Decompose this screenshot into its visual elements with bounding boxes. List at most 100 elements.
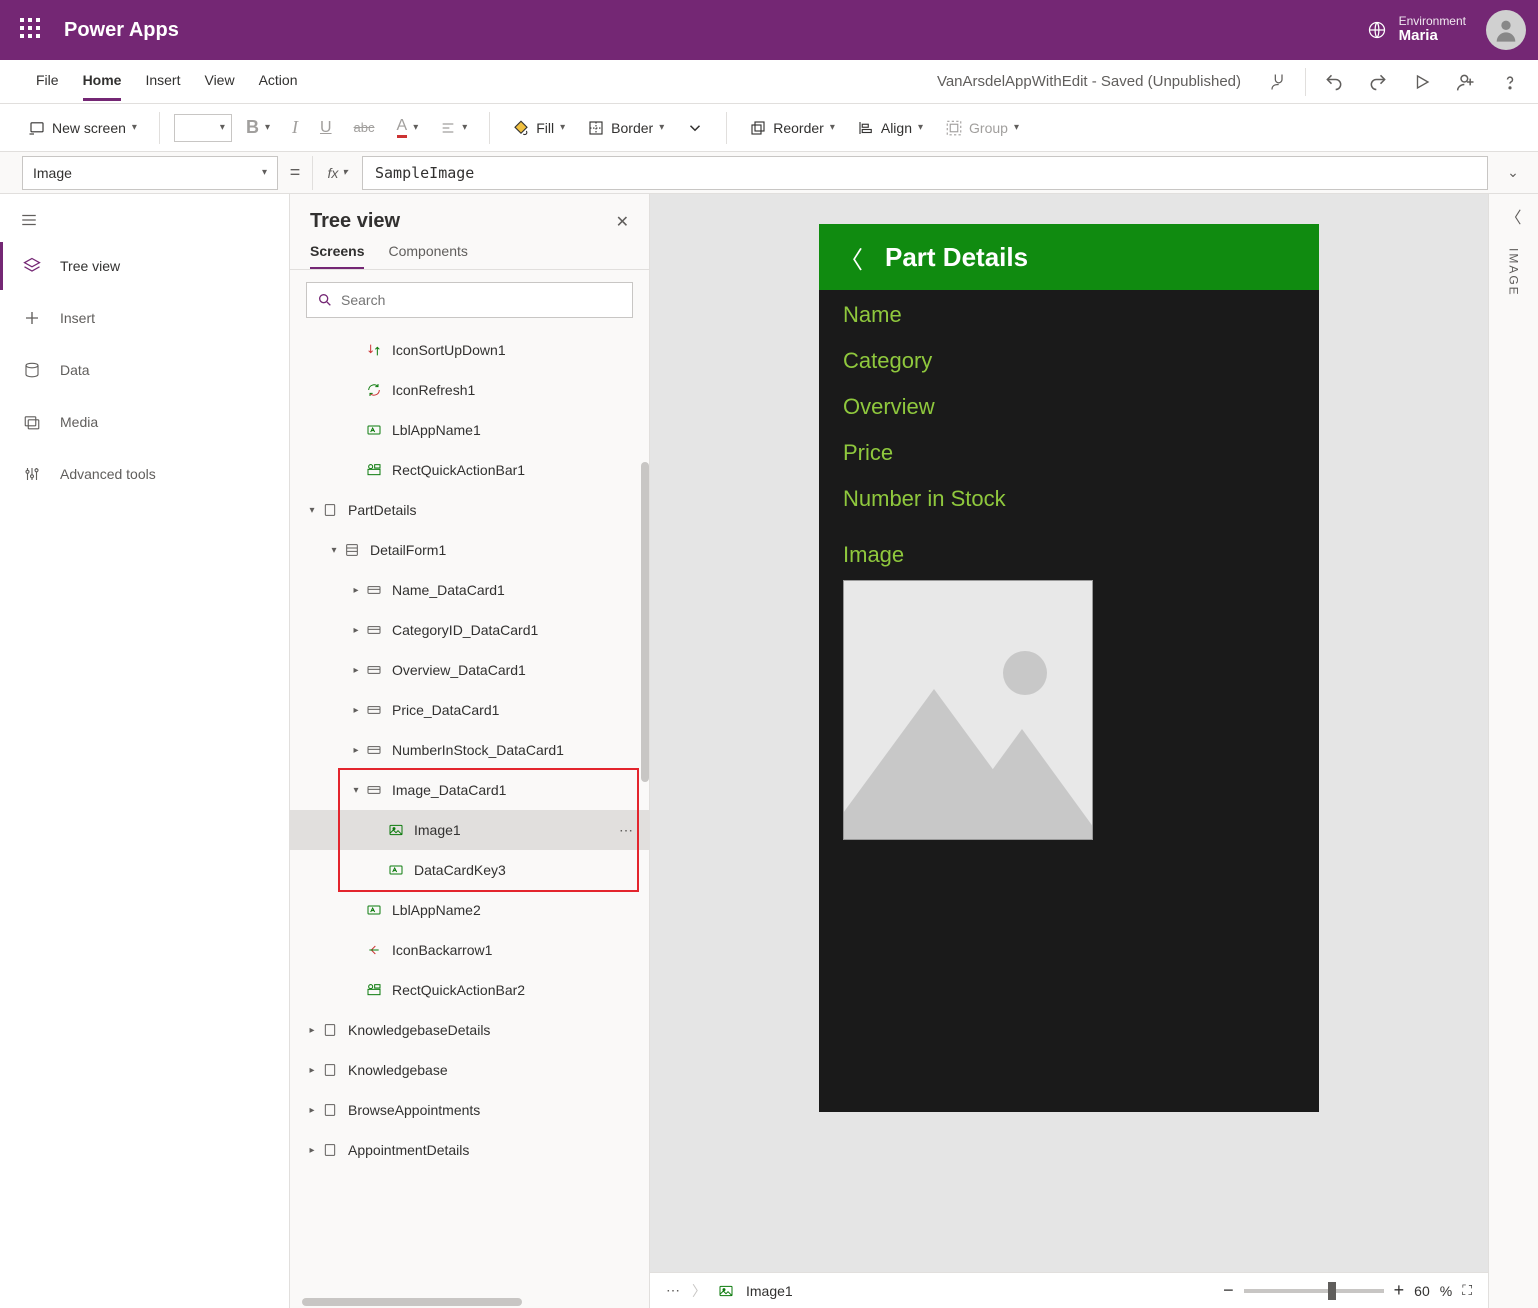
- caret-right-icon[interactable]: ▸: [348, 625, 364, 636]
- rail-tree-view[interactable]: Tree view: [0, 242, 289, 290]
- card-icon: [364, 782, 384, 798]
- menu-home[interactable]: Home: [83, 62, 122, 101]
- tree-item-IconRefresh1[interactable]: IconRefresh1: [290, 370, 649, 410]
- tree-body[interactable]: IconSortUpDown1IconRefresh1LblAppName1Re…: [290, 330, 649, 1298]
- strikethrough-button[interactable]: abc: [346, 114, 383, 141]
- undo-icon[interactable]: [1318, 66, 1350, 98]
- close-icon[interactable]: ✕: [616, 212, 629, 232]
- tree-item-IconSortUpDown1[interactable]: IconSortUpDown1: [290, 330, 649, 370]
- environment-selector[interactable]: Environment Maria: [1367, 15, 1466, 45]
- caret-right-icon[interactable]: ▸: [348, 585, 364, 596]
- underline-button[interactable]: U: [312, 113, 340, 143]
- rail-insert[interactable]: Insert: [0, 294, 289, 342]
- tree-item-LblAppName1[interactable]: LblAppName1: [290, 410, 649, 450]
- caret-right-icon[interactable]: ▸: [348, 665, 364, 676]
- rail-toggle-button[interactable]: [0, 202, 40, 238]
- back-icon: [364, 942, 384, 958]
- caret-right-icon[interactable]: ▸: [348, 705, 364, 716]
- field-name: Name: [819, 290, 1319, 336]
- tree-item-LblAppName2[interactable]: LblAppName2: [290, 890, 649, 930]
- more-options-icon[interactable]: ⋯: [613, 822, 639, 839]
- image-placeholder[interactable]: [843, 580, 1093, 840]
- tree-item-CategoryID_DataCard1[interactable]: ▸CategoryID_DataCard1: [290, 610, 649, 650]
- font-dropdown[interactable]: ▾: [174, 114, 232, 142]
- app-checker-icon[interactable]: [1261, 66, 1293, 98]
- chevron-down-icon: ▾: [132, 122, 137, 133]
- caret-down-icon[interactable]: ▾: [326, 545, 342, 556]
- caret-right-icon[interactable]: ▸: [304, 1145, 320, 1156]
- menu-file[interactable]: File: [36, 62, 59, 101]
- play-icon[interactable]: [1406, 66, 1438, 98]
- bold-button[interactable]: B▾: [238, 111, 278, 144]
- left-nav-rail: Tree view Insert Data Media Advanced too…: [0, 194, 290, 1308]
- tree-item-Knowledgebase[interactable]: ▸Knowledgebase: [290, 1050, 649, 1090]
- tree-item-IconBackarrow1[interactable]: IconBackarrow1: [290, 930, 649, 970]
- menu-view[interactable]: View: [204, 62, 234, 101]
- media-icon: [22, 413, 42, 431]
- zoom-in-button[interactable]: +: [1394, 1280, 1405, 1301]
- tab-components[interactable]: Components: [388, 243, 467, 269]
- tree-item-Image_DataCard1[interactable]: ▾Image_DataCard1: [290, 770, 649, 810]
- text-align-button[interactable]: ▾: [432, 114, 475, 142]
- share-icon[interactable]: [1450, 66, 1482, 98]
- reorder-button[interactable]: Reorder▾: [741, 113, 843, 143]
- formula-input[interactable]: SampleImage: [362, 156, 1488, 190]
- tree-item-Price_DataCard1[interactable]: ▸Price_DataCard1: [290, 690, 649, 730]
- tree-item-Overview_DataCard1[interactable]: ▸Overview_DataCard1: [290, 650, 649, 690]
- tree-search[interactable]: [306, 282, 633, 318]
- fit-screen-button[interactable]: ⛶: [1462, 1282, 1472, 1299]
- tree-scrollbar[interactable]: [641, 462, 649, 782]
- tree-item-NumberInStock_DataCard1[interactable]: ▸NumberInStock_DataCard1: [290, 730, 649, 770]
- caret-right-icon[interactable]: ▸: [304, 1025, 320, 1036]
- right-properties-rail[interactable]: 〈 IMAGE: [1488, 194, 1538, 1308]
- tree-item-RectQuickActionBar2[interactable]: RectQuickActionBar2: [290, 970, 649, 1010]
- new-screen-button[interactable]: New screen ▾: [20, 113, 145, 143]
- caret-right-icon[interactable]: ▸: [304, 1105, 320, 1116]
- tree-item-DataCardKey3[interactable]: DataCardKey3: [290, 850, 649, 890]
- menu-action[interactable]: Action: [259, 62, 298, 101]
- waffle-icon[interactable]: [20, 18, 44, 42]
- tree-item-Image1[interactable]: Image1⋯: [290, 810, 649, 850]
- more-formatting-button[interactable]: [678, 113, 712, 143]
- property-selector[interactable]: Image ▾: [22, 156, 278, 190]
- border-button[interactable]: Border▾: [579, 113, 672, 143]
- tree-item-PartDetails[interactable]: ▾PartDetails: [290, 490, 649, 530]
- tree-hscrollbar[interactable]: [302, 1298, 637, 1308]
- tree-item-RectQuickActionBar1[interactable]: RectQuickActionBar1: [290, 450, 649, 490]
- user-avatar[interactable]: [1486, 10, 1526, 50]
- italic-button[interactable]: I: [284, 111, 306, 144]
- caret-down-icon[interactable]: ▾: [348, 785, 364, 796]
- tree-item-BrowseAppointments[interactable]: ▸BrowseAppointments: [290, 1090, 649, 1130]
- breadcrumb-dots[interactable]: ⋯: [666, 1282, 680, 1299]
- tab-screens[interactable]: Screens: [310, 243, 364, 269]
- canvas-stage[interactable]: 〈 Part Details Name Category Overview Pr…: [650, 194, 1488, 1272]
- formula-expand-button[interactable]: ⌄: [1488, 164, 1538, 181]
- tree-item-DetailForm1[interactable]: ▾DetailForm1: [290, 530, 649, 570]
- zoom-slider[interactable]: [1244, 1289, 1384, 1293]
- rail-data[interactable]: Data: [0, 346, 289, 394]
- caret-right-icon[interactable]: ▸: [348, 745, 364, 756]
- sliders-icon: [22, 465, 42, 483]
- breadcrumb-item[interactable]: Image1: [746, 1283, 793, 1299]
- search-input[interactable]: [341, 292, 622, 308]
- card-icon: [364, 702, 384, 718]
- fx-button[interactable]: fx▾: [312, 156, 362, 190]
- redo-icon[interactable]: [1362, 66, 1394, 98]
- align-button[interactable]: Align▾: [849, 113, 931, 143]
- caret-right-icon[interactable]: ▸: [304, 1065, 320, 1076]
- zoom-out-button[interactable]: −: [1223, 1280, 1234, 1301]
- tree-item-Name_DataCard1[interactable]: ▸Name_DataCard1: [290, 570, 649, 610]
- tree-item-AppointmentDetails[interactable]: ▸AppointmentDetails: [290, 1130, 649, 1170]
- properties-collapse-icon[interactable]: 〈: [1505, 204, 1521, 228]
- back-icon[interactable]: 〈: [839, 240, 863, 275]
- rail-media[interactable]: Media: [0, 398, 289, 446]
- help-icon[interactable]: [1494, 66, 1526, 98]
- cylinder-icon: [22, 361, 42, 379]
- tree-item-KnowledgebaseDetails[interactable]: ▸KnowledgebaseDetails: [290, 1010, 649, 1050]
- fill-button[interactable]: Fill▾: [504, 113, 573, 143]
- menu-insert[interactable]: Insert: [145, 62, 180, 101]
- font-color-button[interactable]: A▾: [389, 111, 427, 144]
- caret-down-icon[interactable]: ▾: [304, 505, 320, 516]
- group-button[interactable]: Group▾: [937, 113, 1027, 143]
- rail-advanced-tools[interactable]: Advanced tools: [0, 450, 289, 498]
